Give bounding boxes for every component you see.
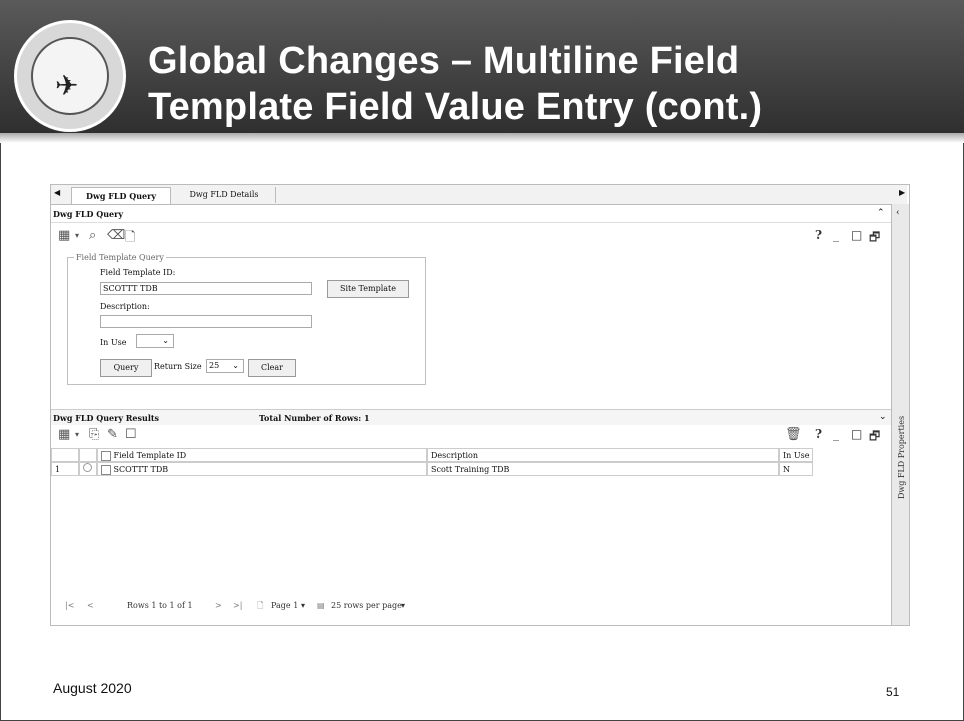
site-template-button[interactable]: Site Template (327, 280, 409, 298)
table-icon[interactable]: ▦ (58, 427, 70, 442)
grid-icon: ▤ (317, 601, 325, 610)
query-toolbar: ▦ ▾ ⌕ ⌫ 🗋 ? _ □ 🗗 (55, 227, 885, 247)
tab-dwg-fld-details[interactable]: Dwg FLD Details (173, 187, 276, 203)
row-checkbox[interactable] (101, 465, 111, 475)
footer-date: August 2020 (53, 680, 132, 696)
tab-scroll-left-icon[interactable]: ◀ (54, 188, 60, 197)
results-header: Dwg FLD Query Results Total Number of Ro… (51, 409, 891, 425)
side-panel[interactable]: ‹ (891, 204, 909, 625)
clear-icon[interactable]: ⌫ (107, 228, 125, 243)
maximize-icon[interactable]: 🗗 (869, 427, 880, 448)
tab-bar: ◀ Dwg FLD Query Dwg FLD Details ▶ (51, 185, 907, 205)
grid-header-in-use[interactable]: In Use (779, 448, 813, 462)
chevron-down-icon: ⌄ (232, 361, 239, 370)
page-icon: 🗋 (257, 601, 264, 610)
side-panel-collapse-icon[interactable]: ‹ (896, 208, 900, 218)
radio-icon[interactable] (83, 463, 92, 472)
page-number: 51 (886, 685, 900, 699)
rows-label: Rows 1 to 1 of 1 (127, 601, 193, 610)
results-collapse-icon[interactable]: ⌄ (879, 412, 887, 422)
restore-icon[interactable]: □ (851, 228, 862, 242)
help-icon[interactable]: ? (815, 427, 822, 441)
new-icon[interactable]: ☐ (125, 427, 137, 442)
side-panel-label[interactable]: Dwg FLD Properties (897, 416, 906, 499)
field-template-id-label: Field Template ID: (100, 268, 176, 277)
slide-title: Global Changes – Multiline Field Templat… (148, 38, 928, 130)
field-template-id-input[interactable]: SCOTTT TDB (100, 282, 312, 295)
query-panel-title: Dwg FLD Query (53, 209, 123, 219)
query-panel-collapse-icon[interactable]: ⌃ (877, 208, 885, 218)
logo-seal: ✈ (31, 37, 109, 115)
description-input[interactable] (100, 315, 312, 328)
search-icon[interactable]: ⌕ (89, 228, 96, 243)
divider (51, 222, 891, 223)
tab-dwg-fld-query[interactable]: Dwg FLD Query (71, 187, 171, 204)
table-row-field-template-id[interactable]: SCOTTT TDB (97, 462, 427, 476)
row-radio[interactable] (79, 462, 97, 476)
chevron-down-icon[interactable]: ▾ (75, 430, 79, 439)
column-header-label: Field Template ID (113, 451, 187, 460)
total-rows-label: Total Number of Rows: 1 (259, 413, 370, 423)
clear-button[interactable]: Clear (248, 359, 296, 377)
table-icon[interactable]: ▦ (58, 228, 70, 243)
return-size-select[interactable]: 25 ⌄ (206, 359, 244, 373)
jedmics-logo: ✈ (14, 20, 126, 132)
header-divider (0, 133, 964, 143)
chevron-down-icon[interactable]: ▾ (75, 231, 79, 240)
cell-description[interactable]: Scott Training TDB (427, 462, 779, 476)
field-template-query-fieldset: Field Template Query Field Template ID: … (67, 253, 426, 385)
first-page-icon[interactable]: |< (65, 597, 74, 614)
edit-icon[interactable]: ✎ (107, 427, 118, 442)
description-label: Description: (100, 302, 150, 311)
grid-header-radio (79, 448, 97, 462)
restore-icon[interactable]: □ (851, 427, 862, 441)
document-icon[interactable]: 🗋 (125, 228, 135, 250)
slide-title-line2: Template Field Value Entry (cont.) (148, 86, 763, 128)
copy-icon[interactable]: ⎘ (89, 427, 99, 442)
cell-field-template-id: SCOTTT TDB (113, 465, 169, 474)
slide-title-line1: Global Changes – Multiline Field (148, 40, 740, 82)
return-size-label: Return Size (154, 362, 202, 371)
page-select[interactable]: Page 1 (271, 597, 298, 614)
minimize-icon[interactable]: _ (833, 228, 839, 242)
delete-icon[interactable]: 🗑 (785, 427, 802, 442)
next-page-icon[interactable]: > (215, 597, 222, 614)
tab-scroll-right-icon[interactable]: ▶ (899, 188, 905, 197)
grid-header-field-template-id[interactable]: Field Template ID (97, 448, 427, 462)
pager: |< < Rows 1 to 1 of 1 > >| 🗋 Page 1 ▾ ▤ … (55, 597, 885, 614)
cell-in-use[interactable]: N (779, 462, 813, 476)
fieldset-legend: Field Template Query (74, 253, 166, 262)
return-size-value: 25 (209, 361, 220, 370)
plane-icon: ✈ (55, 69, 79, 102)
in-use-label: In Use (100, 338, 127, 347)
help-icon[interactable]: ? (815, 228, 822, 242)
grid-header-num (51, 448, 79, 462)
table-row-number: 1 (51, 462, 79, 476)
query-button[interactable]: Query (100, 359, 152, 377)
in-use-select[interactable]: ⌄ (136, 334, 174, 348)
prev-page-icon[interactable]: < (87, 597, 94, 614)
minimize-icon[interactable]: _ (833, 427, 839, 441)
grid-header-description[interactable]: Description (427, 448, 779, 462)
results-toolbar: ▦ ▾ ⎘ ✎ ☐ 🗑 ? _ □ 🗗 (55, 426, 885, 446)
rows-per-page-select[interactable]: 25 rows per page (331, 597, 402, 614)
results-panel-title: Dwg FLD Query Results (53, 413, 160, 423)
select-all-checkbox[interactable] (101, 451, 111, 461)
application-window: ◀ Dwg FLD Query Dwg FLD Details ▶ ‹ Dwg … (50, 184, 910, 626)
maximize-icon[interactable]: 🗗 (869, 228, 880, 249)
chevron-down-icon[interactable]: ▾ (301, 597, 305, 614)
last-page-icon[interactable]: >| (233, 597, 242, 614)
chevron-down-icon: ⌄ (162, 336, 169, 345)
chevron-down-icon[interactable]: ▾ (401, 597, 405, 614)
